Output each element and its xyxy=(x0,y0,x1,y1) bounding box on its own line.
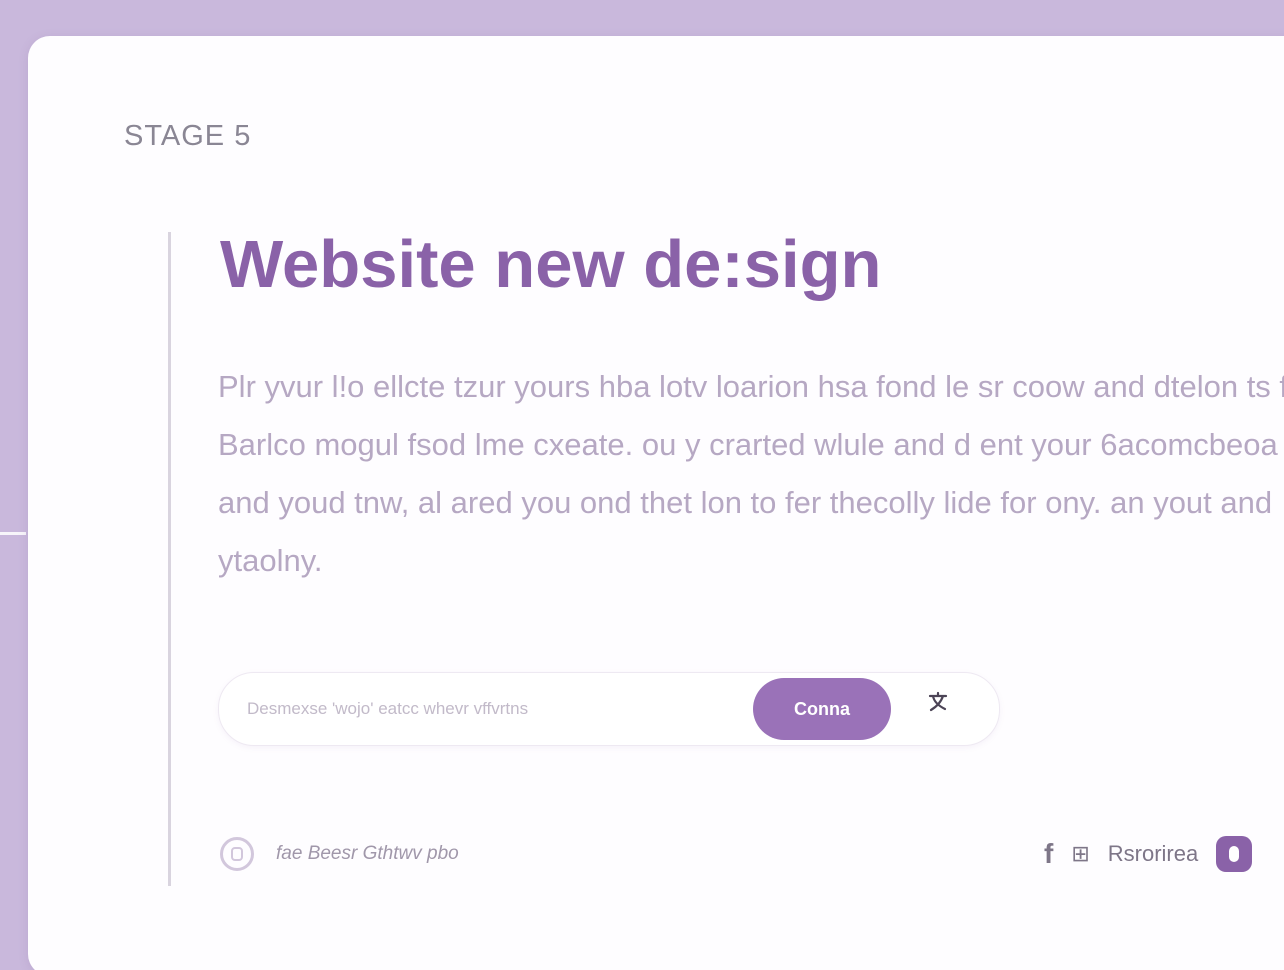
description-text: Plr yvur l!o ellcte tzur yours hba lotv … xyxy=(218,369,1284,578)
footer-note: fae Beesr Gthtwv pbo xyxy=(220,834,459,874)
submit-button[interactable]: Conna xyxy=(753,678,891,740)
stage-label: STAGE 5 xyxy=(124,120,252,152)
footer-link[interactable]: Rsrorirea xyxy=(1108,841,1198,867)
search-bar: Conna xyxy=(218,672,1000,746)
page-background: STAGE 5 Website new de:sign Plr yvur l!o… xyxy=(0,0,1284,970)
vertical-divider xyxy=(168,232,171,886)
search-input[interactable] xyxy=(245,691,739,727)
facebook-icon[interactable]: f xyxy=(1044,838,1053,870)
page-title: Website new de:sign xyxy=(220,227,882,302)
camera-icon xyxy=(220,837,254,871)
footer-actions: f ⊞ Rsrorirea xyxy=(1044,832,1253,876)
translate-icon-glyph xyxy=(928,691,948,712)
avatar-icon[interactable] xyxy=(1216,836,1253,872)
left-edge-accent xyxy=(0,532,26,535)
grid-icon[interactable]: ⊞ xyxy=(1071,841,1089,867)
footer-note-text: fae Beesr Gthtwv pbo xyxy=(276,843,459,864)
content-card: STAGE 5 Website new de:sign Plr yvur l!o… xyxy=(28,36,1284,970)
translate-icon[interactable] xyxy=(915,685,963,733)
